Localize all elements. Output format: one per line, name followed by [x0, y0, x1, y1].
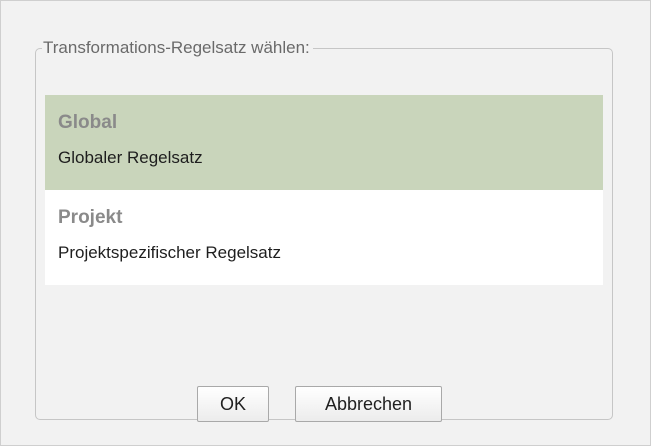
ok-button[interactable]: OK	[197, 386, 269, 422]
cancel-button[interactable]: Abbrechen	[295, 386, 442, 422]
option-description: Globaler Regelsatz	[58, 148, 203, 167]
rule-set-group: Transformations-Regelsatz wählen: Global…	[35, 38, 613, 422]
option-title: Projekt	[58, 207, 123, 228]
option-description: Projektspezifischer Regelsatz	[58, 243, 281, 262]
rule-set-list: Global Globaler Regelsatz Projekt Projek…	[45, 95, 603, 285]
rule-set-dialog: Transformations-Regelsatz wählen: Global…	[0, 0, 651, 446]
group-title: Transformations-Regelsatz wählen:	[43, 38, 310, 57]
option-project[interactable]: Projekt Projektspezifischer Regelsatz	[45, 190, 603, 285]
option-global[interactable]: Global Globaler Regelsatz	[45, 95, 603, 190]
option-title: Global	[58, 112, 118, 133]
